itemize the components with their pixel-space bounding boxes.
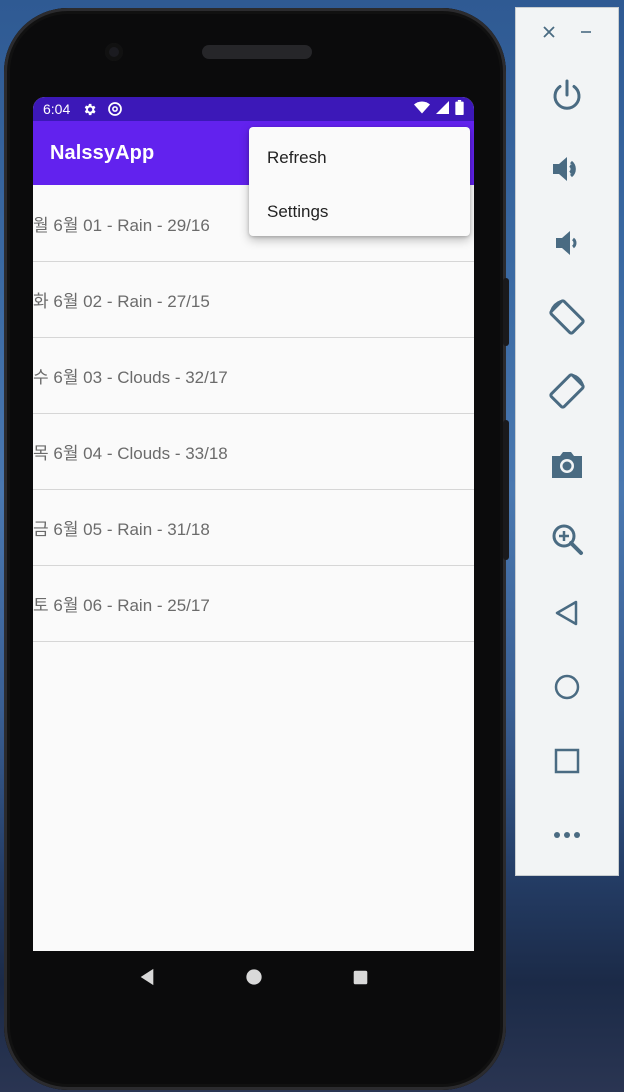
toolbar-more-button[interactable] (516, 798, 618, 872)
phone-power-key (503, 278, 509, 346)
volume-down-button[interactable] (516, 206, 618, 280)
battery-icon (455, 100, 464, 118)
emulator-toolbar (515, 7, 619, 876)
forecast-text: 수 6월 03 - Clouds - 32/17 (33, 368, 228, 387)
rotate-left-button[interactable] (516, 280, 618, 354)
screenshot-button[interactable] (516, 428, 618, 502)
volume-up-icon (553, 157, 576, 181)
power-button[interactable] (516, 58, 618, 132)
zoom-button[interactable] (516, 502, 618, 576)
overview-icon (554, 748, 580, 774)
minimize-icon[interactable] (579, 22, 593, 45)
app-title: NalssyApp (50, 141, 155, 164)
rotate-right-button[interactable] (516, 354, 618, 428)
zoom-icon (552, 524, 583, 555)
front-camera (105, 43, 123, 61)
list-item[interactable]: 금 6월 05 - Rain - 31/18 (33, 490, 474, 566)
forecast-text: 토 6월 06 - Rain - 25/17 (33, 596, 210, 615)
toolbar-overview-button[interactable] (516, 724, 618, 798)
list-item[interactable]: 목 6월 04 - Clouds - 33/18 (33, 414, 474, 490)
back-icon[interactable] (132, 962, 162, 992)
forecast-text: 금 6월 05 - Rain - 31/18 (33, 520, 210, 539)
earpiece-speaker (202, 45, 312, 59)
volume-up-button[interactable] (516, 132, 618, 206)
status-bar: 6:04 (33, 97, 474, 121)
toolbar-back-button[interactable] (516, 576, 618, 650)
list-item[interactable]: 화 6월 02 - Rain - 27/15 (33, 262, 474, 338)
volume-down-icon (556, 231, 577, 255)
forecast-text: 월 6월 01 - Rain - 29/16 (33, 215, 210, 235)
recents-icon[interactable] (346, 962, 376, 992)
camera-icon (552, 452, 582, 478)
more-icon (554, 832, 580, 838)
menu-item-settings[interactable]: Settings (249, 185, 470, 239)
settings-gear-icon (82, 102, 97, 117)
power-icon (553, 79, 581, 110)
home-icon (554, 674, 580, 700)
at-sign-icon (107, 101, 123, 117)
rotate-left-icon (549, 299, 585, 335)
home-icon[interactable] (239, 962, 269, 992)
forecast-list[interactable]: 월 6월 01 - Rain - 29/16 화 6월 02 - Rain - … (33, 185, 474, 642)
status-time: 6:04 (43, 101, 71, 117)
list-item[interactable]: 수 6월 03 - Clouds - 32/17 (33, 338, 474, 414)
forecast-text: 화 6월 02 - Rain - 27/15 (33, 292, 210, 311)
rotate-right-icon (549, 373, 585, 409)
menu-item-refresh[interactable]: Refresh (249, 131, 470, 185)
back-icon (555, 600, 578, 626)
overflow-menu: Refresh Settings (249, 127, 470, 236)
toolbar-home-button[interactable] (516, 650, 618, 724)
wifi-icon (414, 101, 430, 117)
signal-icon (436, 101, 449, 117)
forecast-text: 목 6월 04 - Clouds - 33/18 (33, 444, 228, 463)
close-icon[interactable] (542, 22, 556, 45)
list-item[interactable]: 토 6월 06 - Rain - 25/17 (33, 566, 474, 642)
phone-volume-keys (503, 420, 509, 560)
navigation-bar (33, 951, 474, 1003)
device-screen: 6:04 NalssyApp 월 6월 01 - Rain - 29/16 화 … (33, 97, 474, 951)
